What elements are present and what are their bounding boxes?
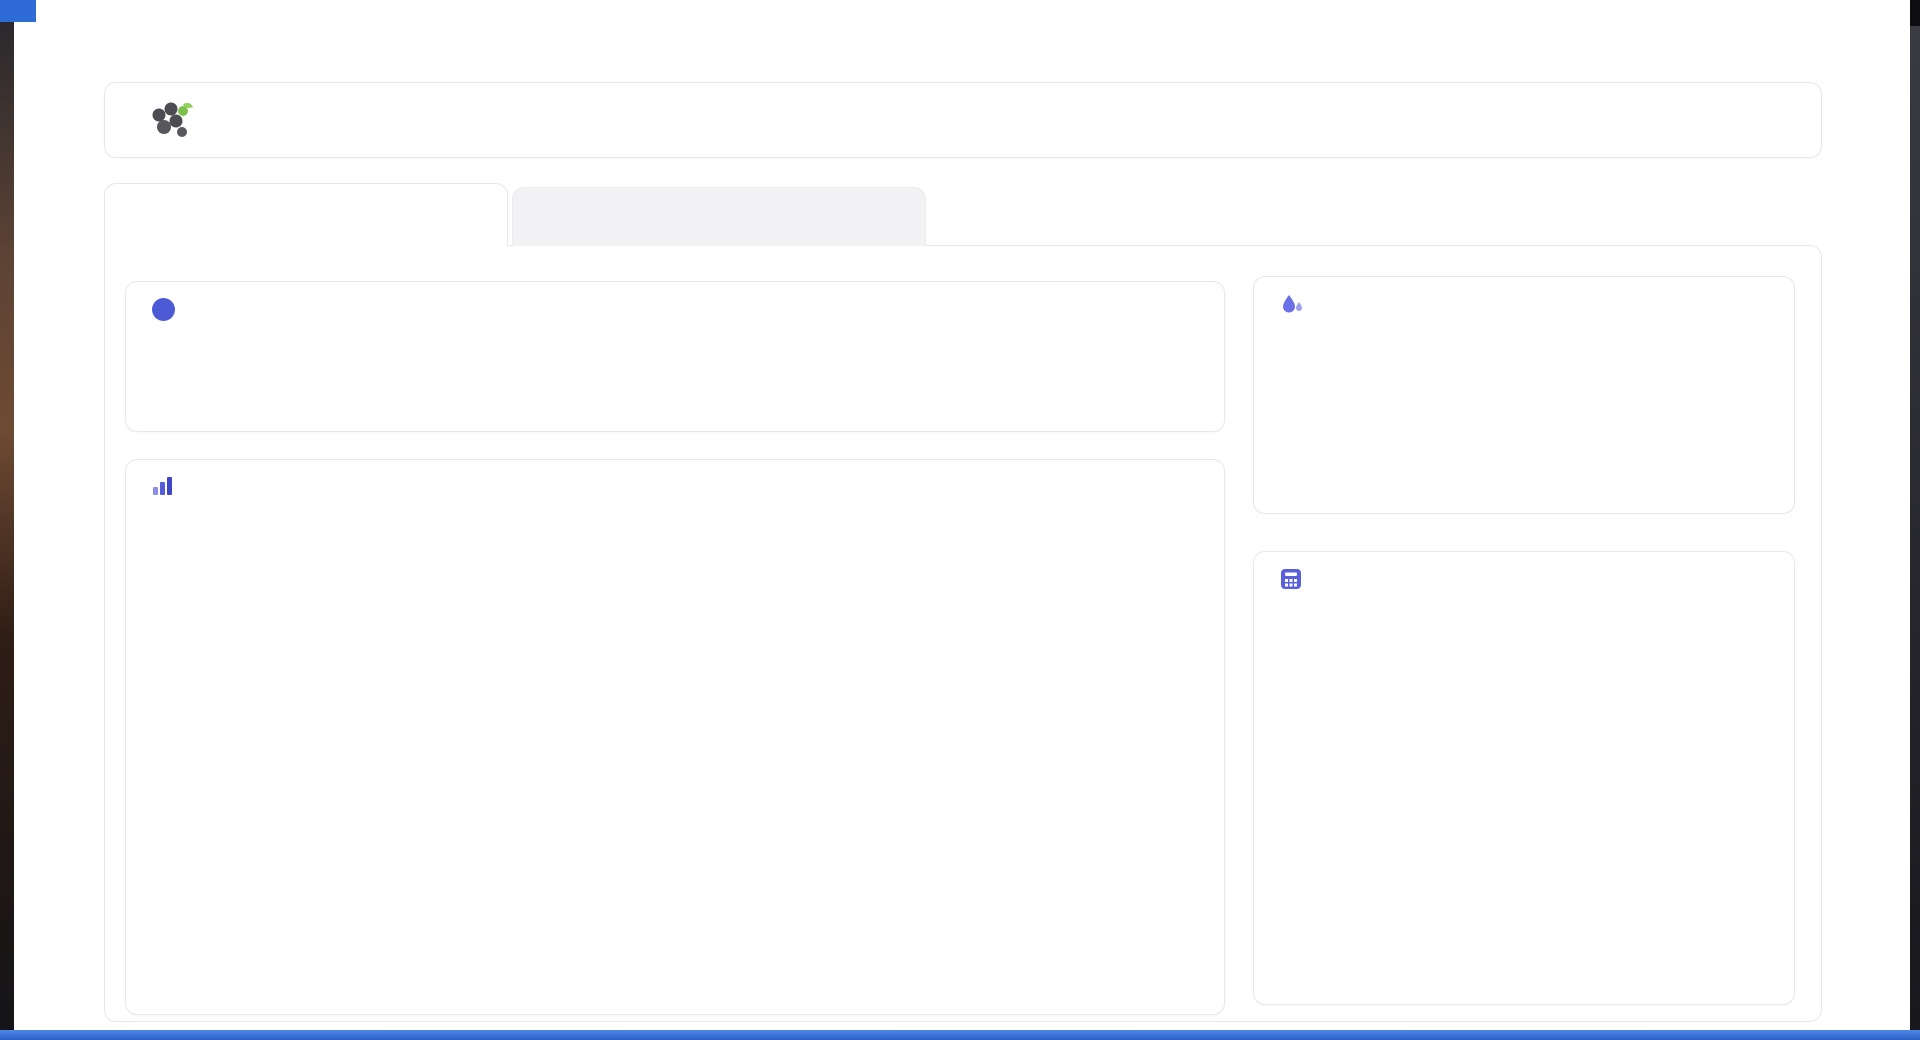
tab-raw-data[interactable]: [512, 187, 926, 246]
screen: [0, 0, 1920, 1040]
corner-accent: [0, 0, 36, 22]
file-info-card: [125, 281, 1225, 432]
shear-viscosity-title: [1280, 568, 1313, 590]
blood-viscosity-title: [1280, 293, 1315, 317]
blood-viscosity-card: [1253, 276, 1795, 514]
ubiosis-logo: [149, 99, 203, 141]
logo-grape-icon: [152, 102, 193, 137]
bottom-accent-bar: [0, 1030, 1920, 1040]
app-window: [14, 0, 1910, 1030]
graph-title: [152, 476, 185, 496]
file-info-title: [152, 298, 186, 321]
header-card: [104, 82, 1822, 158]
tab-result[interactable]: [104, 183, 508, 246]
info-icon: [152, 298, 175, 321]
desktop-edge-right: [1910, 26, 1920, 1030]
close-icon[interactable]: [1880, 1, 1908, 27]
viscosity-shear-chart: [156, 520, 1216, 1002]
calculator-grid-icon: [1281, 569, 1301, 589]
bar-chart-icon: [153, 477, 172, 495]
graph-card: [125, 459, 1225, 1015]
droplet-icon: [1283, 295, 1302, 313]
desktop-edge-left: [0, 0, 14, 1030]
shear-viscosity-card: [1253, 551, 1795, 1005]
